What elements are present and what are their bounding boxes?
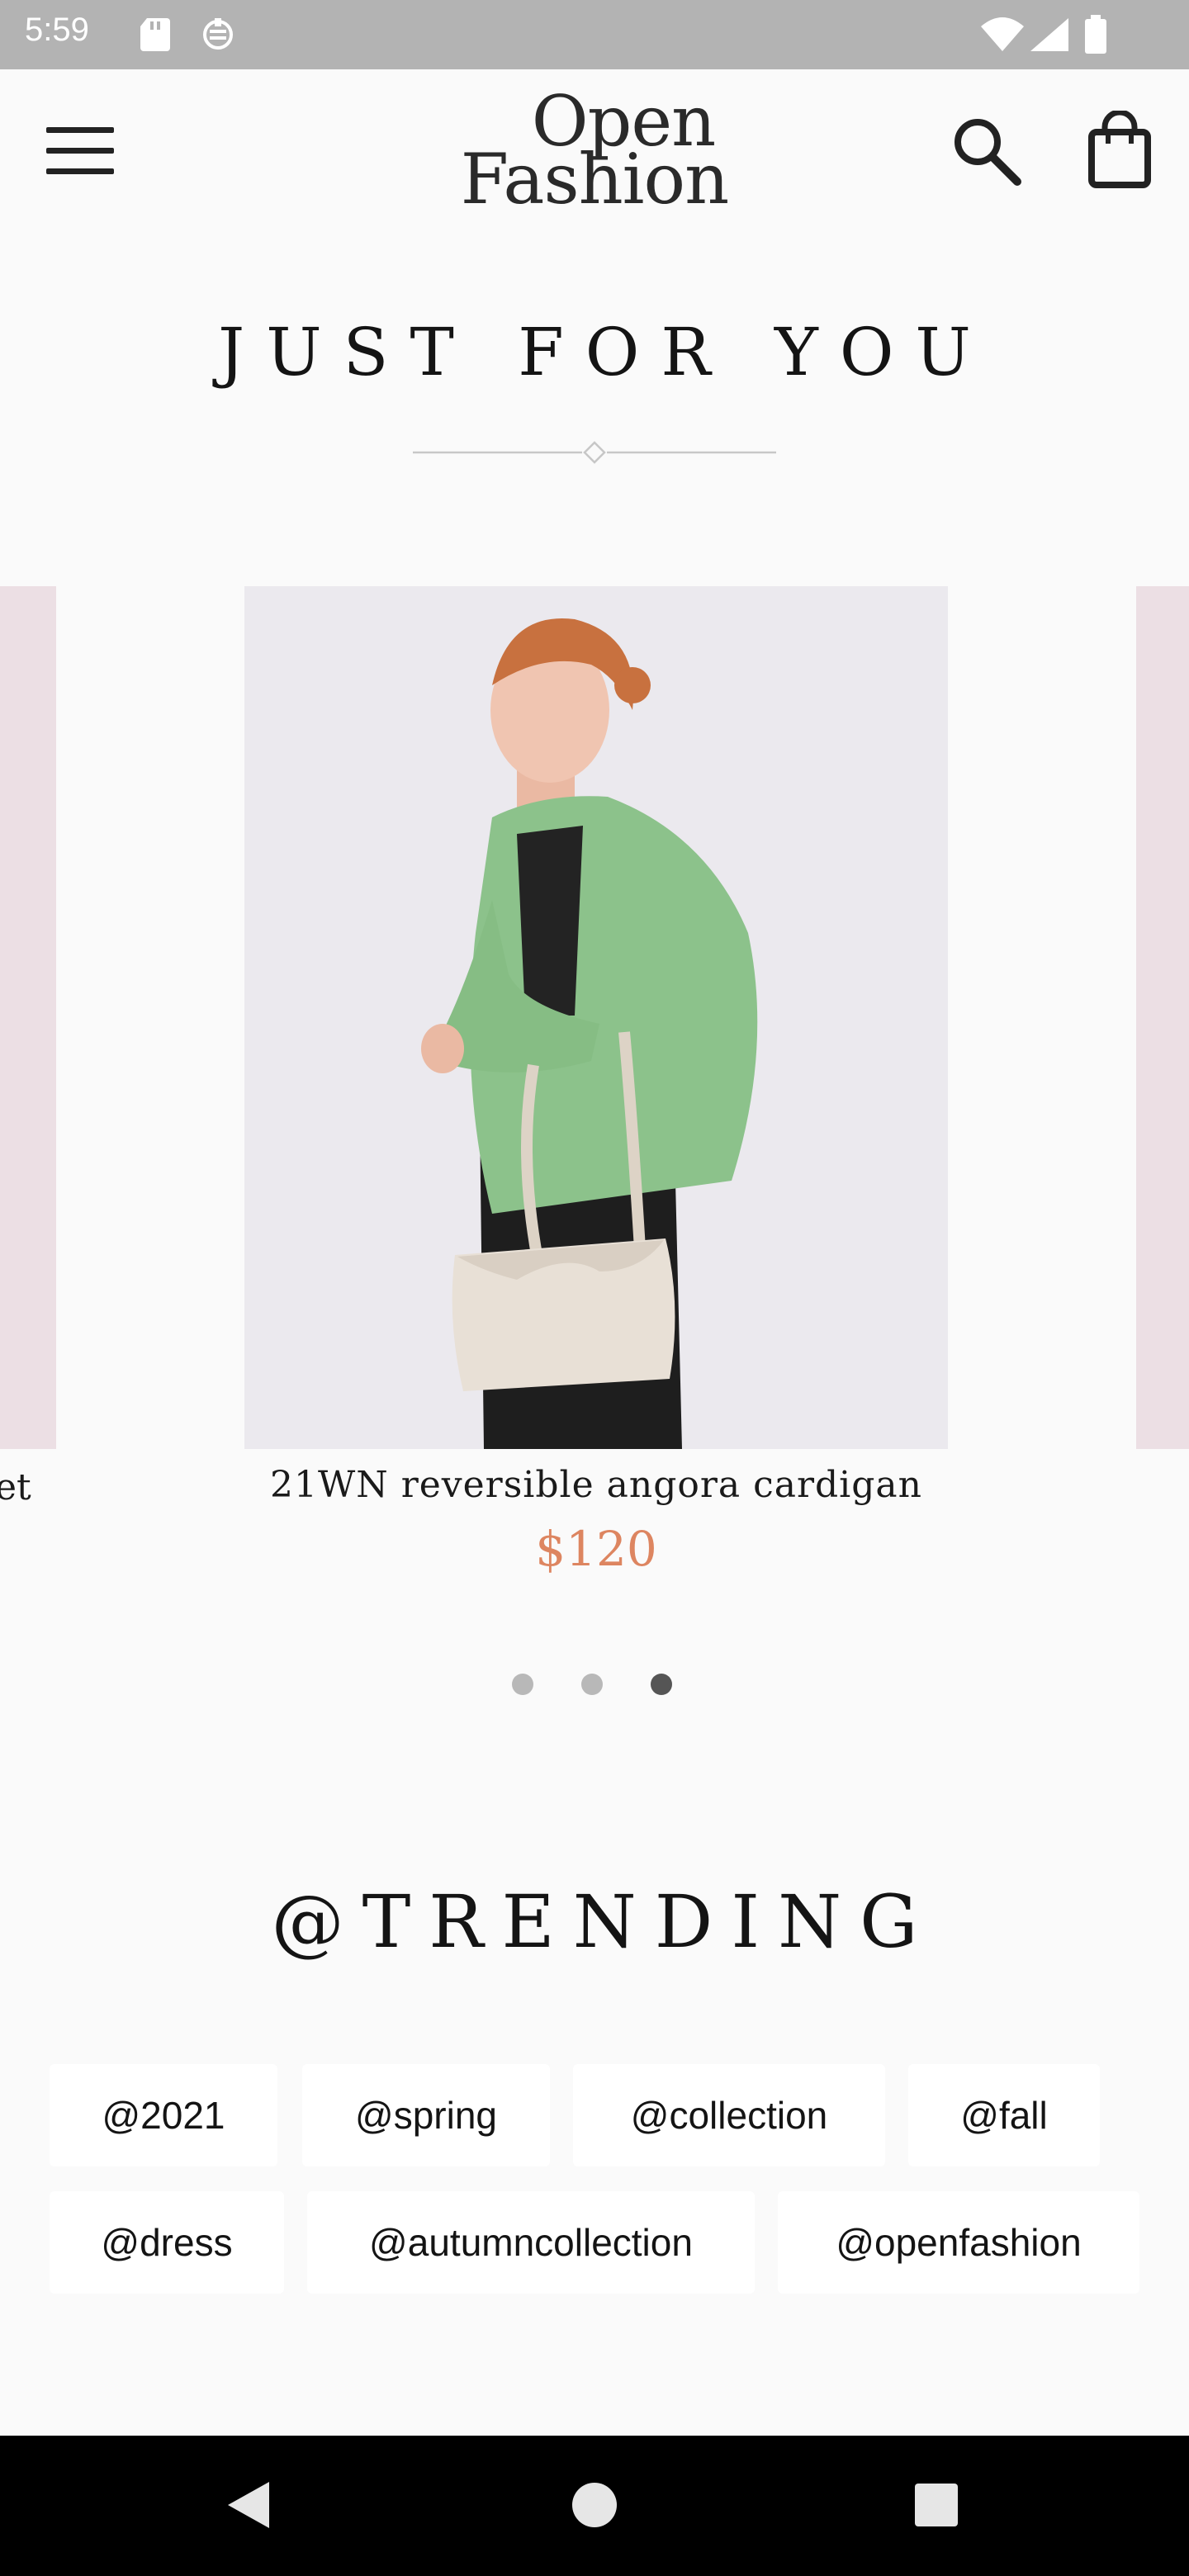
product-carousel[interactable]: et 21WN reversible angora cardigan $120 (0, 586, 1189, 1660)
wifi-icon (981, 17, 1024, 51)
trending-tag[interactable]: @dress (50, 2191, 284, 2294)
menu-icon (46, 127, 114, 174)
product-image (244, 586, 948, 1449)
title-divider (413, 441, 776, 464)
trending-tag[interactable]: @fall (908, 2064, 1100, 2166)
app-header: Open Fashion (0, 69, 1189, 234)
product-title: 21WN reversible angora cardigan (270, 1464, 922, 1506)
trending-tag[interactable]: @autumncollection (307, 2191, 755, 2294)
sd-card-icon (140, 18, 170, 51)
shopping-bag-icon (1088, 109, 1151, 188)
menu-button[interactable] (46, 127, 114, 174)
pagination-dot[interactable] (581, 1674, 603, 1695)
trending-tag[interactable]: @openfashion (778, 2191, 1139, 2294)
logo-line-2: Fashion (460, 139, 729, 220)
carousel-pagination (512, 1672, 677, 1697)
trending-tag[interactable]: @collection (573, 2064, 885, 2166)
battery-icon (1085, 15, 1106, 54)
system-navigation-bar (0, 2436, 1189, 2576)
trending-tag[interactable]: @2021 (50, 2064, 277, 2166)
recents-icon[interactable] (915, 2484, 958, 2526)
back-icon[interactable] (223, 2479, 272, 2531)
product-title-previous: et (0, 1466, 31, 1508)
product-card-previous[interactable] (0, 586, 56, 1449)
pagination-dot[interactable] (651, 1674, 672, 1695)
product-card-next[interactable] (1136, 586, 1189, 1449)
home-icon[interactable] (572, 2483, 617, 2527)
search-button[interactable] (950, 114, 1024, 192)
just-for-you-title: JUST FOR YOU (218, 314, 992, 391)
trending-title: @TRENDING (271, 1879, 936, 1964)
search-icon (955, 119, 1021, 186)
status-time: 5:59 (25, 12, 89, 48)
download-icon (203, 18, 233, 50)
product-card[interactable]: 21WN reversible angora cardigan $120 (244, 586, 948, 1577)
trending-tag[interactable]: @spring (302, 2064, 550, 2166)
pagination-dot[interactable] (512, 1674, 533, 1695)
cart-button[interactable] (1087, 109, 1153, 193)
signal-icon (1030, 18, 1068, 51)
brand-logo[interactable]: Open Fashion (446, 87, 743, 220)
product-price: $120 (535, 1521, 657, 1577)
status-bar: 5:59 (0, 0, 1189, 69)
